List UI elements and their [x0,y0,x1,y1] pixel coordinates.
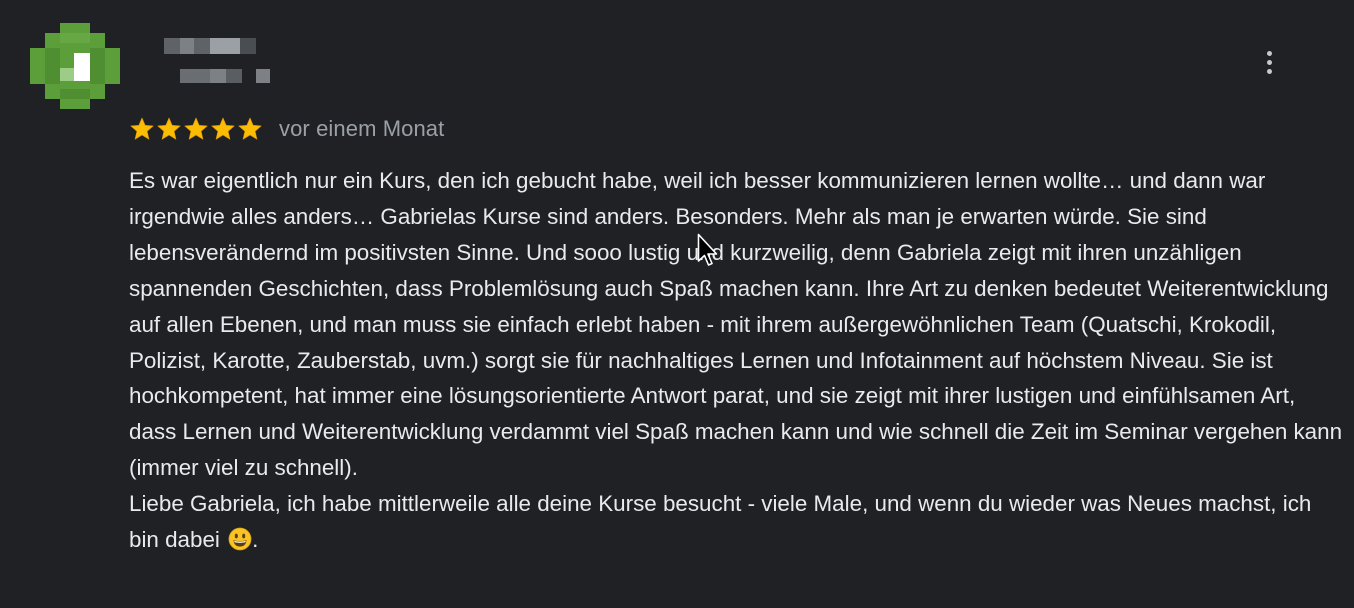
more-dot [1266,68,1272,74]
more-dot [1266,50,1272,56]
review-paragraph-text: Liebe Gabriela, ich habe mittlerweile al… [129,491,1312,553]
star-icon [211,117,235,140]
star-icon [130,117,154,140]
review-paragraph-last: Liebe Gabriela, ich habe mittlerweile al… [129,486,1344,558]
star-icon [238,117,262,140]
grinning-face-emoji-icon [228,527,252,551]
reviewer-name-redacted[interactable] [164,38,274,86]
review-paragraph: Es war eigentlich nur ein Kurs, den ich … [129,168,1343,481]
avatar[interactable] [30,23,120,109]
review-card: vor einem Monat Es war eigentlich nur ei… [0,0,1354,608]
more-dot [1266,59,1272,65]
star-rating [129,116,263,142]
review-trailing-punctuation: . [252,527,259,553]
review-date: vor einem Monat [279,116,445,141]
rating-row: vor einem Monat [129,113,444,145]
review-text: Es war eigentlich nur ein Kurs, den ich … [129,163,1344,558]
star-icon [184,117,208,140]
more-vert-icon[interactable] [1252,44,1286,80]
star-icon [157,117,181,140]
